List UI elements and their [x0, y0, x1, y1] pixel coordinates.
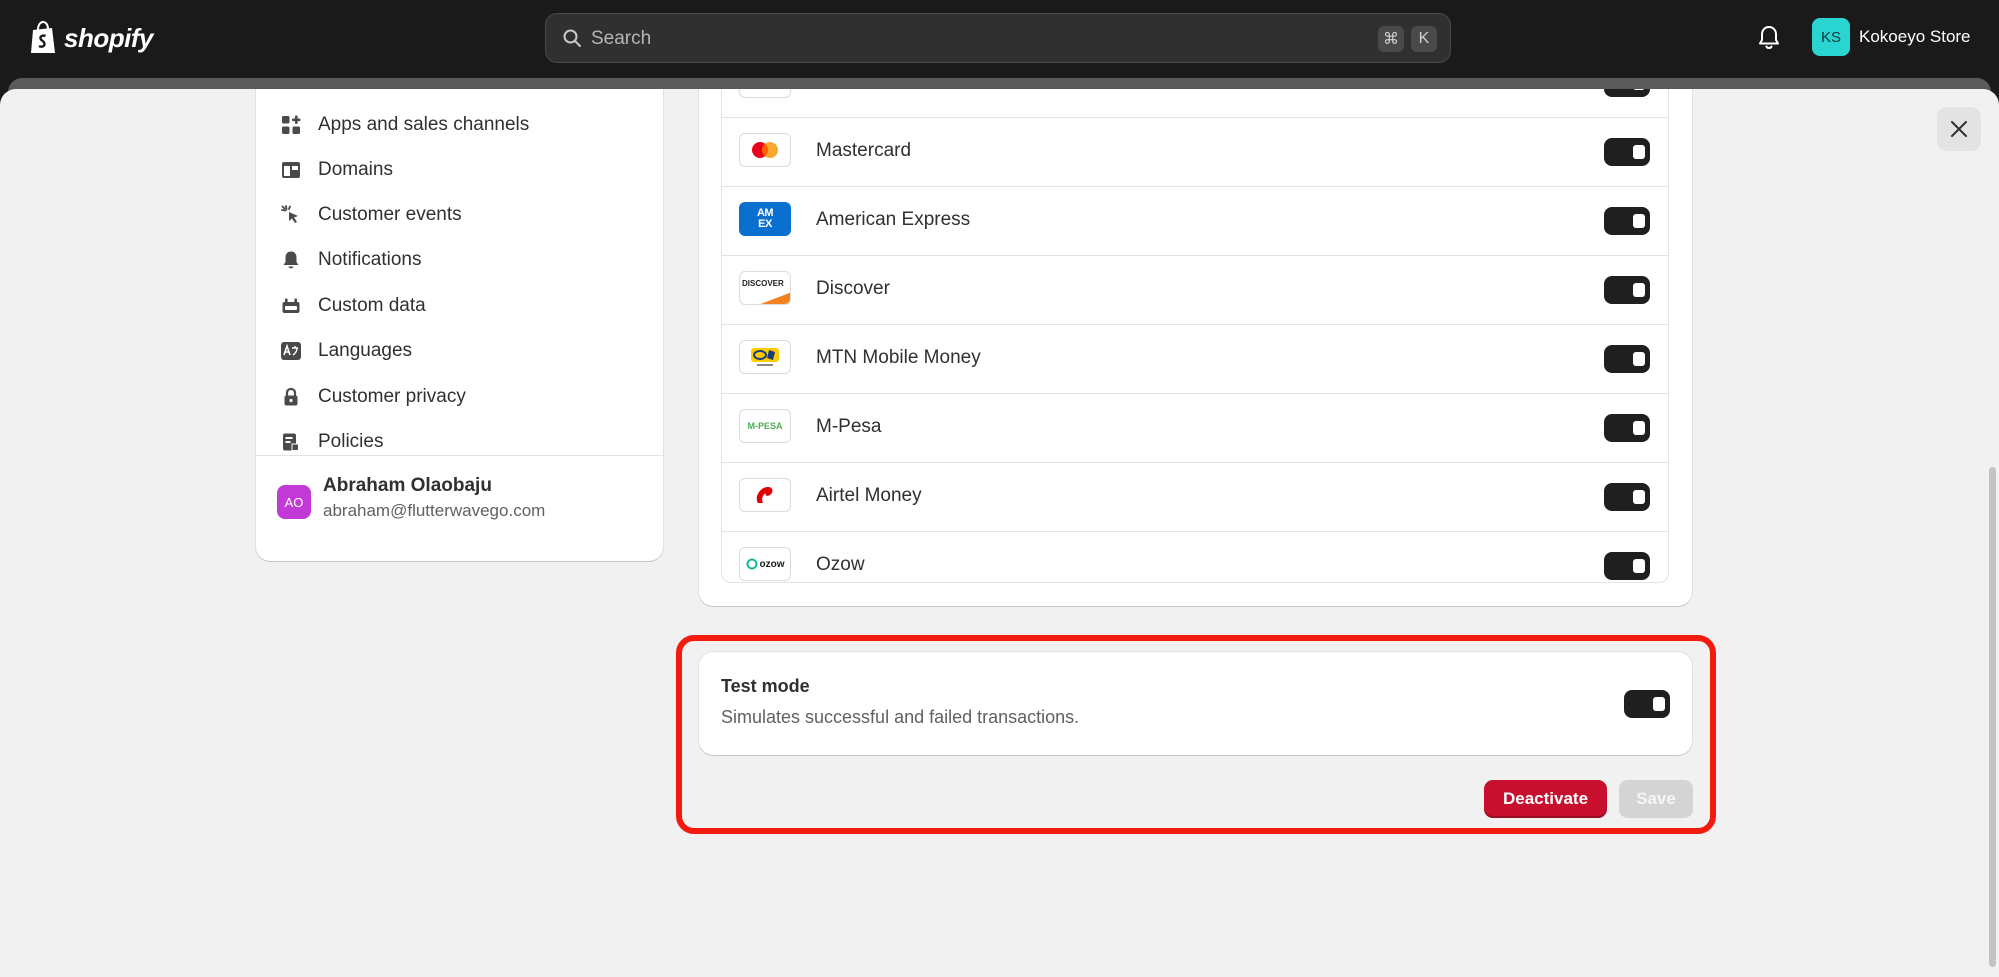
close-icon: [1951, 121, 1967, 137]
mtn-mobile-money-toggle[interactable]: [1604, 345, 1650, 373]
mastercard-logo-icon: [739, 133, 791, 167]
payment-method-name: Ozow: [816, 554, 865, 575]
shortcut-k-key: K: [1411, 26, 1437, 52]
cursor-click-icon: [280, 204, 302, 226]
mastercard-toggle[interactable]: [1604, 138, 1650, 166]
discover-logo-icon: DISCOVER: [739, 271, 791, 305]
top-bar: shopify Search ⌘ K KS Kokoeyo Store: [0, 0, 1999, 78]
payment-method-name: M-Pesa: [816, 416, 882, 437]
store-avatar: KS: [1812, 18, 1850, 56]
store-name: Kokoeyo Store: [1859, 27, 1971, 46]
search-icon: [563, 29, 581, 47]
policies-icon: [280, 431, 302, 453]
sidebar-item-label: Customer privacy: [318, 386, 466, 407]
sidebar-item-label: Notifications: [318, 249, 422, 270]
amex-toggle[interactable]: [1604, 207, 1650, 235]
payment-method-name: Discover: [816, 278, 890, 299]
sidebar-item-label: Policies: [318, 431, 384, 452]
test-mode-description: Simulates successful and failed transact…: [721, 707, 1080, 727]
ozow-logo-icon: ozow: [739, 547, 791, 581]
language-icon: [280, 340, 302, 362]
user-email: abraham@flutterwavego.com: [323, 501, 546, 520]
sidebar-item-languages[interactable]: Languages: [280, 336, 412, 366]
mtn-momo-logo-icon: [739, 340, 791, 374]
domains-icon: [280, 159, 302, 181]
store-switcher[interactable]: KS Kokoeyo Store: [1812, 18, 1971, 56]
search-bar[interactable]: Search ⌘ K: [545, 13, 1451, 63]
test-mode-toggle[interactable]: [1624, 690, 1670, 718]
sidebar-item-domains[interactable]: Domains: [280, 155, 393, 185]
amex-logo-text: AM EX: [756, 207, 774, 230]
payment-method-name: Mastercard: [816, 140, 912, 161]
sidebar-item-label: Domains: [318, 159, 393, 180]
sidebar-item-customer-privacy[interactable]: Customer privacy: [280, 382, 466, 412]
sidebar-item-apps[interactable]: Apps and sales channels: [280, 110, 529, 140]
payment-methods-card: Mastercard AM EX American Express DISCOV…: [699, 89, 1692, 606]
partial-icon: [280, 89, 302, 101]
payment-row-mpesa: M-PESA M-Pesa: [722, 393, 1668, 463]
sidebar-item-label: Apps and sales channels: [318, 114, 530, 135]
payment-row-airtel-money: Airtel Money: [722, 462, 1668, 532]
payment-logo-partial: [739, 89, 791, 98]
discover-toggle[interactable]: [1604, 276, 1650, 304]
ozow-logo-text: ozow: [759, 558, 785, 570]
airtel-money-toggle[interactable]: [1604, 483, 1650, 511]
apps-icon: [280, 114, 302, 136]
sidebar-item-custom-data[interactable]: Custom data: [280, 291, 426, 321]
payment-row-ozow: ozow Ozow: [722, 531, 1668, 601]
mpesa-toggle[interactable]: [1604, 414, 1650, 442]
shortcut-command-key: ⌘: [1378, 26, 1404, 52]
payment-method-name: Airtel Money: [816, 485, 922, 506]
payment-toggle-partial[interactable]: [1604, 89, 1650, 97]
sidebar-item-label: Customer events: [318, 204, 462, 225]
amex-logo-icon: AM EX: [739, 202, 791, 236]
scrollbar-thumb[interactable]: [1989, 467, 1996, 967]
search-placeholder[interactable]: Search: [591, 28, 651, 50]
settings-sidebar: Apps and sales channels Domains Customer…: [256, 89, 663, 561]
sidebar-item-notifications[interactable]: Notifications: [280, 245, 422, 275]
payment-row-partial: [722, 89, 1668, 118]
test-mode-card: Test mode Simulates successful and faile…: [699, 652, 1692, 755]
shopify-bag-icon: [31, 21, 55, 53]
sidebar-item-customer-events[interactable]: Customer events: [280, 200, 462, 230]
mpesa-logo-icon: M-PESA: [739, 409, 791, 443]
notifications-bell-icon[interactable]: [1757, 24, 1781, 52]
sidebar-item-partial[interactable]: [280, 89, 302, 105]
sidebar-item-label: Languages: [318, 340, 413, 361]
bell-icon: [280, 249, 302, 271]
payment-row-mastercard: Mastercard: [722, 117, 1668, 187]
airtel-logo-icon: [739, 478, 791, 512]
ozow-toggle[interactable]: [1604, 552, 1650, 580]
mpesa-logo-text: M-PESA: [747, 421, 783, 431]
payment-method-name: MTN Mobile Money: [816, 347, 981, 368]
scrollbar[interactable]: [1986, 89, 1999, 977]
sidebar-item-policies[interactable]: Policies: [280, 427, 383, 457]
save-button[interactable]: Save: [1619, 780, 1693, 818]
payment-row-discover: DISCOVER Discover: [722, 255, 1668, 325]
user-name: Abraham Olaobaju: [323, 475, 492, 496]
deactivate-button[interactable]: Deactivate: [1484, 780, 1607, 818]
settings-modal: Apps and sales channels Domains Customer…: [0, 89, 1999, 977]
user-avatar[interactable]: AO: [277, 485, 311, 519]
payment-methods-list: Mastercard AM EX American Express DISCOV…: [721, 89, 1669, 583]
brand-name: shopify: [64, 22, 153, 53]
lock-icon: [280, 386, 302, 408]
sidebar-item-label: Custom data: [318, 295, 426, 316]
payment-method-name: American Express: [816, 209, 971, 230]
close-button[interactable]: [1937, 107, 1981, 151]
sidebar-divider: [256, 455, 663, 456]
payment-row-mtn-mobile-money: MTN Mobile Money: [722, 324, 1668, 394]
custom-data-icon: [280, 295, 302, 317]
test-mode-title: Test mode: [721, 676, 810, 696]
payment-row-american-express: AM EX American Express: [722, 186, 1668, 256]
shopify-logo[interactable]: shopify: [28, 20, 153, 56]
